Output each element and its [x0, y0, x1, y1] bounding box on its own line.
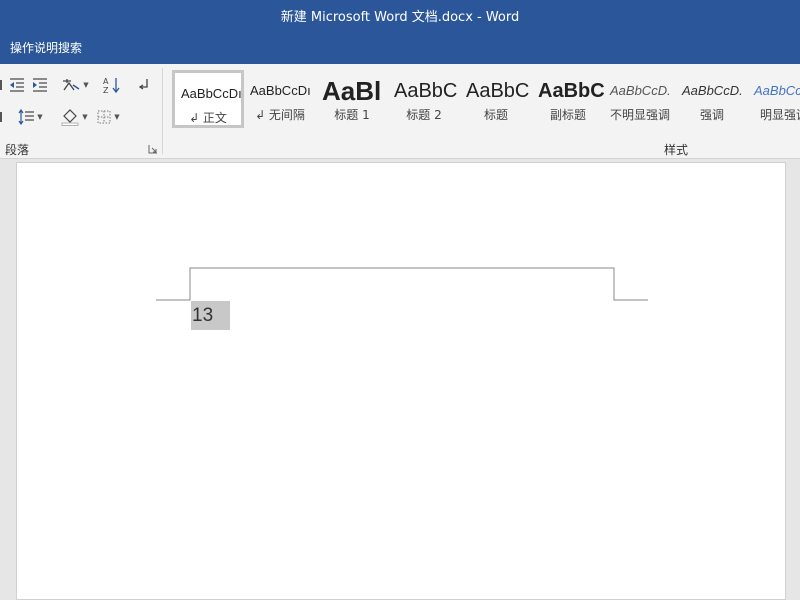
page-margin-marks — [156, 267, 648, 301]
page-number-field[interactable]: 13 — [191, 301, 230, 330]
